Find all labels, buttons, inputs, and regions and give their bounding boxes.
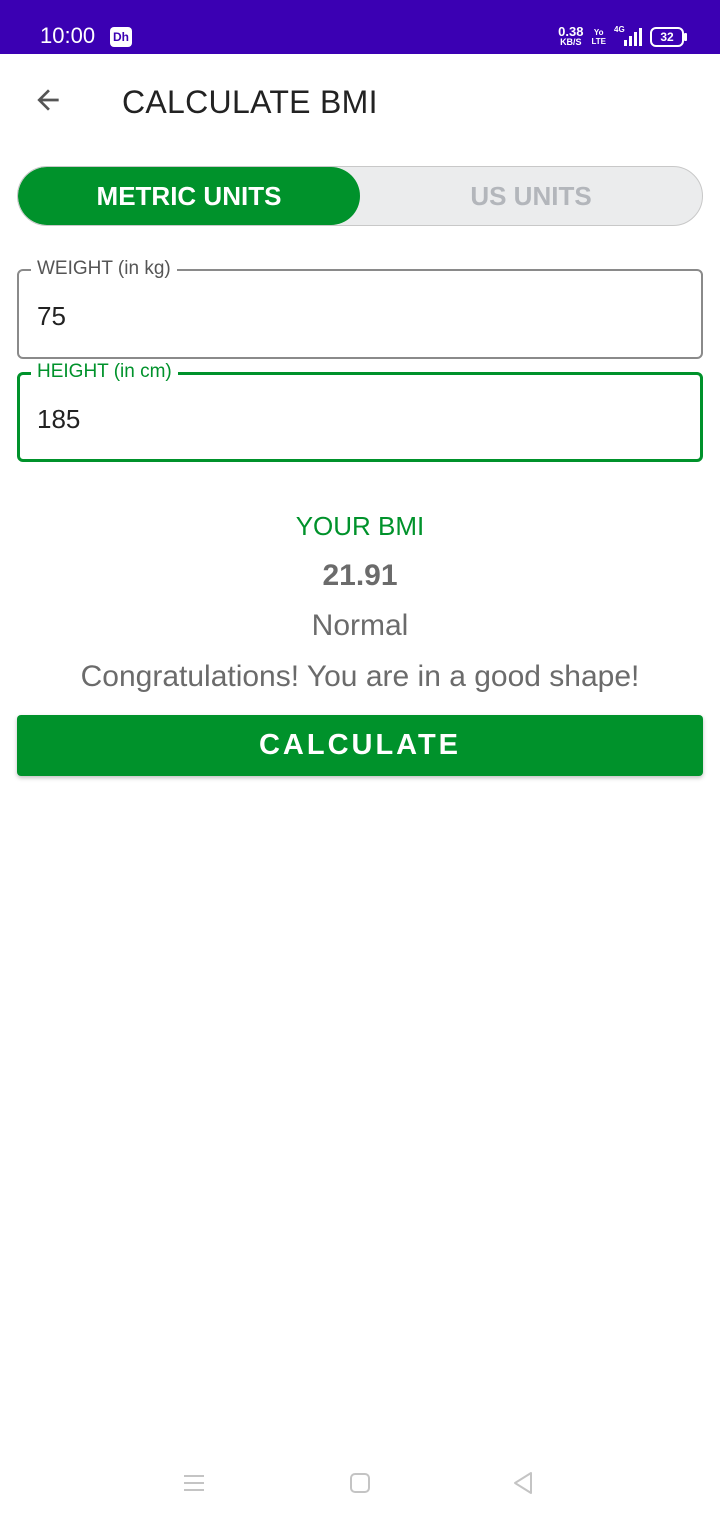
bmi-result-description: Congratulations! You are in a good shape… — [80, 660, 640, 693]
height-field[interactable]: HEIGHT (in cm) — [17, 360, 703, 462]
bmi-result-heading: YOUR BMI — [295, 511, 425, 541]
weight-field[interactable]: WEIGHT (in kg) — [17, 257, 703, 359]
us-units-option[interactable]: US UNITS — [360, 167, 702, 225]
signal-bar — [624, 40, 627, 46]
menu-icon — [184, 1475, 204, 1491]
signal-bar — [634, 32, 637, 46]
status-indicators: 0.38 KB/S Yo LTE 4G 32 — [558, 22, 687, 52]
recents-button[interactable] — [174, 1466, 214, 1500]
battery-level: 32 — [660, 30, 674, 44]
system-navigation-bar — [0, 1450, 720, 1520]
height-input[interactable] — [37, 402, 677, 436]
weight-input[interactable] — [37, 299, 677, 333]
signal-bar — [629, 36, 632, 46]
back-button[interactable] — [24, 76, 72, 124]
toolbar: CALCULATE BMI — [0, 54, 720, 150]
volte-icon: Yo LTE — [591, 28, 606, 46]
volte-bottom: LTE — [591, 37, 606, 46]
network-speed: 0.38 KB/S — [558, 24, 584, 48]
signal-bar — [639, 28, 642, 46]
volte-top: Yo — [593, 28, 604, 37]
network-speed-value: 0.38 — [558, 24, 584, 39]
weight-field-label: WEIGHT (in kg) — [31, 257, 177, 281]
nav-back-button[interactable] — [503, 1466, 543, 1500]
signal-icon: 4G — [614, 25, 642, 46]
page-title: CALCULATE BMI — [122, 84, 378, 120]
network-type: 4G — [614, 25, 625, 34]
bmi-result-value: 21.91 — [322, 559, 398, 592]
home-icon — [350, 1473, 370, 1493]
status-bar: 10:00 Dh 0.38 KB/S Yo LTE 4G 32 — [0, 0, 720, 54]
network-speed-unit: KB/S — [560, 37, 582, 47]
arrow-left-icon — [37, 89, 59, 111]
home-button[interactable] — [340, 1466, 380, 1500]
calculate-button[interactable]: CALCULATE — [17, 715, 703, 776]
height-field-label: HEIGHT (in cm) — [31, 360, 178, 384]
notification-app-icon: Dh — [110, 27, 132, 47]
bmi-screen: 10:00 Dh 0.38 KB/S Yo LTE 4G 32 CALCULAT… — [0, 0, 720, 1520]
unit-toggle: METRIC UNITS US UNITS — [17, 166, 703, 226]
status-time: 10:00 — [40, 23, 96, 48]
bmi-result-type: Normal — [311, 609, 409, 642]
back-icon — [514, 1472, 532, 1494]
metric-units-option[interactable]: METRIC UNITS — [18, 167, 360, 225]
battery-icon: 32 — [650, 27, 687, 47]
